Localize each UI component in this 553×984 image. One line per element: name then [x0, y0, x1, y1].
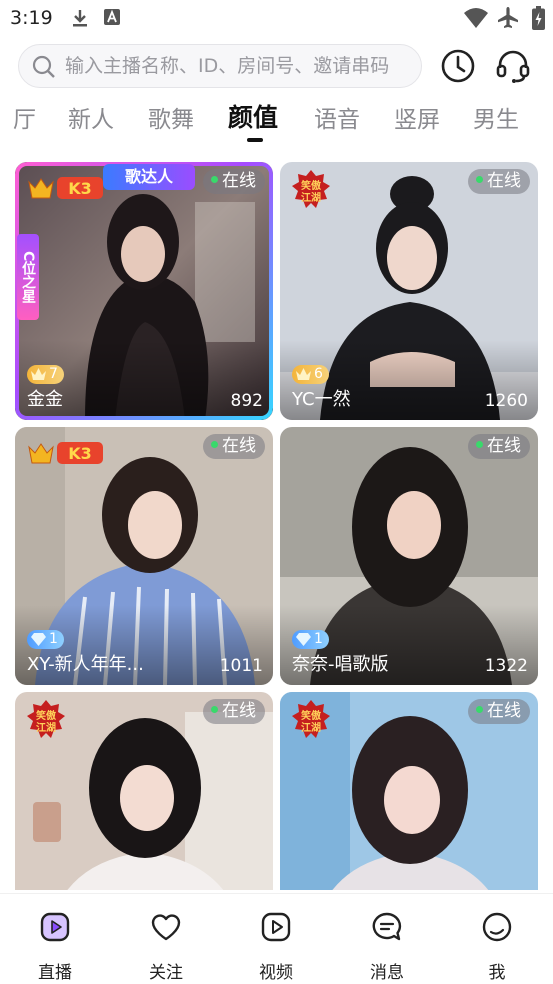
tab-vertical[interactable]: 竖屏 — [394, 100, 440, 134]
message-icon — [372, 912, 402, 941]
streamer-name: XY-新人年年... — [27, 654, 144, 675]
svg-text:K3: K3 — [68, 444, 92, 463]
wifi-icon — [463, 7, 489, 33]
online-dot — [211, 441, 218, 448]
nav-messages[interactable]: 消息 — [332, 894, 442, 984]
xiaoao-jianghu-badge: 笑傲 江湖 — [292, 700, 330, 738]
tab-newcomer[interactable]: 新人 — [68, 100, 114, 134]
live-play-icon — [40, 912, 70, 942]
nav-video[interactable]: 视频 — [221, 894, 331, 984]
online-dot — [211, 176, 218, 183]
stream-card[interactable]: 在线 1 奈奈-唱歌版 1322 — [280, 427, 538, 685]
stream-card[interactable]: K3 在线 1 XY-新人年年... 1011 — [15, 427, 273, 685]
level-badge: 6 — [292, 365, 329, 384]
app-notification-icon — [103, 8, 121, 30]
online-dot — [476, 176, 483, 183]
svg-text:笑傲: 笑傲 — [301, 709, 322, 722]
xiaoao-jianghu-badge: 笑傲 江湖 — [292, 170, 330, 208]
tab-hall[interactable]: 厅 — [13, 100, 36, 134]
heart-icon — [151, 914, 181, 941]
clock-icon — [441, 49, 475, 83]
headset-icon — [496, 50, 530, 83]
stream-card[interactable]: 笑傲 江湖 在线 — [280, 692, 538, 890]
battery-charging-icon — [532, 6, 545, 34]
c-star-badge: C位之星 — [17, 234, 39, 320]
svg-text:江湖: 江湖 — [36, 721, 56, 734]
level-badge: 1 — [292, 630, 329, 649]
tab-song-dance[interactable]: 歌舞 — [148, 100, 194, 134]
nav-live[interactable]: 直播 — [0, 894, 110, 984]
online-dot — [476, 706, 483, 713]
level-badge: 1 — [27, 630, 64, 649]
svg-text:K3: K3 — [68, 179, 92, 198]
nav-label: 关注 — [149, 963, 183, 983]
profile-icon — [482, 912, 512, 942]
crown-icon — [296, 368, 311, 380]
online-status: 在线 — [468, 699, 530, 724]
online-dot — [476, 441, 483, 448]
viewer-count: 1260 — [484, 391, 528, 411]
online-status: 在线 — [468, 169, 530, 194]
streamer-name: YC一然 — [292, 389, 351, 410]
nav-me[interactable]: 我 — [442, 894, 552, 984]
active-tab-indicator — [247, 138, 263, 142]
online-dot — [211, 706, 218, 713]
customer-service-button[interactable] — [493, 46, 533, 86]
k3-crown-badge: K3 — [28, 177, 103, 199]
diamond-icon — [31, 633, 46, 646]
viewer-count: 1322 — [484, 656, 528, 676]
stream-card[interactable]: 笑傲 江湖 在线 — [15, 692, 273, 890]
header-bar — [0, 42, 553, 92]
search-input[interactable] — [65, 51, 410, 81]
download-icon — [70, 8, 90, 32]
airplane-mode-icon — [496, 6, 520, 34]
status-time: 3:19 — [10, 7, 53, 29]
crown-icon — [31, 368, 46, 380]
k3-crown-badge: K3 — [28, 442, 103, 464]
nav-label: 直播 — [38, 963, 72, 983]
streamer-name: 金金 — [27, 389, 63, 410]
nav-follow[interactable]: 关注 — [111, 894, 221, 984]
singer-banner-badge: 歌达人 — [103, 164, 195, 190]
search-icon — [32, 55, 56, 83]
category-tabs: 厅 新人 歌舞 颜值 语音 竖屏 男生 — [0, 98, 553, 144]
online-status: 在线 — [203, 169, 265, 194]
viewer-count: 1011 — [219, 656, 263, 676]
bottom-navigation: 直播 关注 视频 消息 我 — [0, 893, 553, 984]
svg-text:江湖: 江湖 — [301, 721, 321, 734]
online-status: 在线 — [203, 434, 265, 459]
svg-text:江湖: 江湖 — [301, 191, 321, 204]
search-bar[interactable] — [18, 44, 422, 88]
streamer-name: 奈奈-唱歌版 — [292, 654, 389, 675]
tab-voice[interactable]: 语音 — [314, 100, 360, 134]
nav-label: 视频 — [259, 963, 293, 983]
video-play-icon — [261, 912, 291, 942]
nav-label: 消息 — [370, 963, 404, 983]
history-button[interactable] — [438, 46, 478, 86]
stream-card[interactable]: 歌达人 C位之星 K3 在线 7 金金 892 — [15, 162, 273, 420]
svg-text:笑傲: 笑傲 — [301, 179, 322, 192]
level-badge: 7 — [27, 365, 64, 384]
nav-label: 我 — [488, 963, 506, 983]
stream-grid: 歌达人 C位之星 K3 在线 7 金金 892 笑傲 江湖 在线 6 YC一然 … — [0, 162, 553, 890]
status-bar: 3:19 — [0, 0, 553, 36]
tab-male[interactable]: 男生 — [473, 100, 519, 134]
tab-looks[interactable]: 颜值 — [228, 98, 278, 134]
online-status: 在线 — [203, 699, 265, 724]
viewer-count: 892 — [230, 391, 263, 411]
online-status: 在线 — [468, 434, 530, 459]
xiaoao-jianghu-badge: 笑傲 江湖 — [27, 700, 65, 738]
svg-text:笑傲: 笑傲 — [36, 709, 57, 722]
stream-card[interactable]: 笑傲 江湖 在线 6 YC一然 1260 — [280, 162, 538, 420]
diamond-icon — [296, 633, 311, 646]
